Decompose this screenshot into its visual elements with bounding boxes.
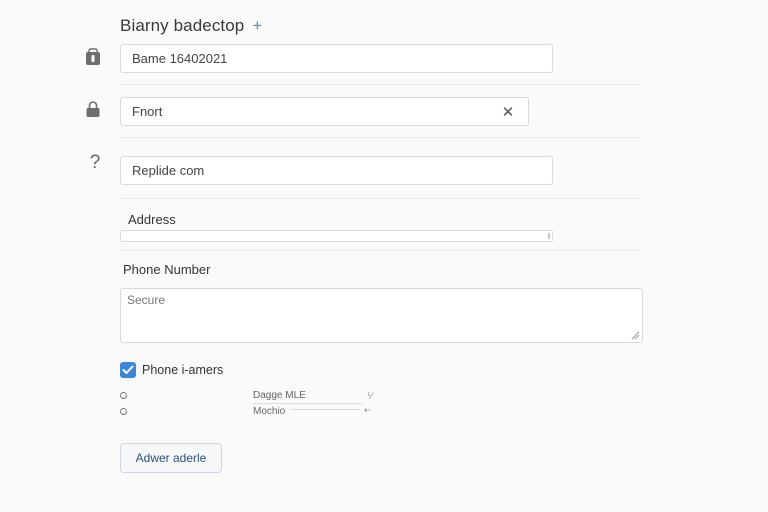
clear-icon[interactable]: ✕ xyxy=(496,103,520,121)
phone-checkbox-row[interactable]: Phone i-amers xyxy=(120,362,223,378)
divider xyxy=(120,84,643,85)
check-icon xyxy=(122,365,134,374)
option-radio-2[interactable] xyxy=(120,408,127,415)
add-icon[interactable]: + xyxy=(252,16,262,35)
lock-icon xyxy=(84,100,102,118)
phone-number-textarea[interactable]: Secure xyxy=(120,288,643,343)
website-field[interactable]: Replide com xyxy=(120,156,553,185)
divider xyxy=(120,198,643,199)
page-title: Biarny badectop + xyxy=(120,16,262,36)
secondary-field[interactable]: Fnort ✕ xyxy=(120,97,529,126)
option-mark-icon: ⇠ xyxy=(364,405,372,415)
checkbox[interactable] xyxy=(120,362,136,378)
resize-handle-icon[interactable] xyxy=(631,331,640,340)
input-grip xyxy=(548,233,550,239)
form-page: Biarny badectop + Bame 16402021 Fnort ✕ ?… xyxy=(0,0,768,512)
submit-button[interactable]: Adwer aderle xyxy=(120,443,222,473)
website-field-value: Replide com xyxy=(132,163,205,178)
option-text: Mochio xyxy=(253,406,286,417)
name-field[interactable]: Bame 16402021 xyxy=(120,44,553,73)
checkbox-label: Phone i-amers xyxy=(142,363,224,377)
option-radio-1[interactable] xyxy=(120,392,127,399)
address-label: Address xyxy=(128,212,176,227)
page-title-text: Biarny badectop xyxy=(120,16,245,35)
radio-button[interactable] xyxy=(120,392,127,399)
wallet-icon xyxy=(84,48,102,66)
radio-button[interactable] xyxy=(120,408,127,415)
phone-number-textarea-value: Secure xyxy=(127,293,166,307)
secondary-field-value: Fnort xyxy=(132,104,163,119)
option-text: Dagge MLE xyxy=(253,390,306,401)
option-mark-icon: ⅟ xyxy=(367,391,373,401)
option-underline xyxy=(290,409,360,410)
name-field-value: Bame 16402021 xyxy=(132,51,228,66)
help-icon: ? xyxy=(89,152,101,173)
divider xyxy=(120,137,643,138)
divider xyxy=(120,250,643,251)
phone-number-label: Phone Number xyxy=(123,262,211,277)
option-underline xyxy=(253,403,363,404)
address-input[interactable] xyxy=(120,230,553,242)
